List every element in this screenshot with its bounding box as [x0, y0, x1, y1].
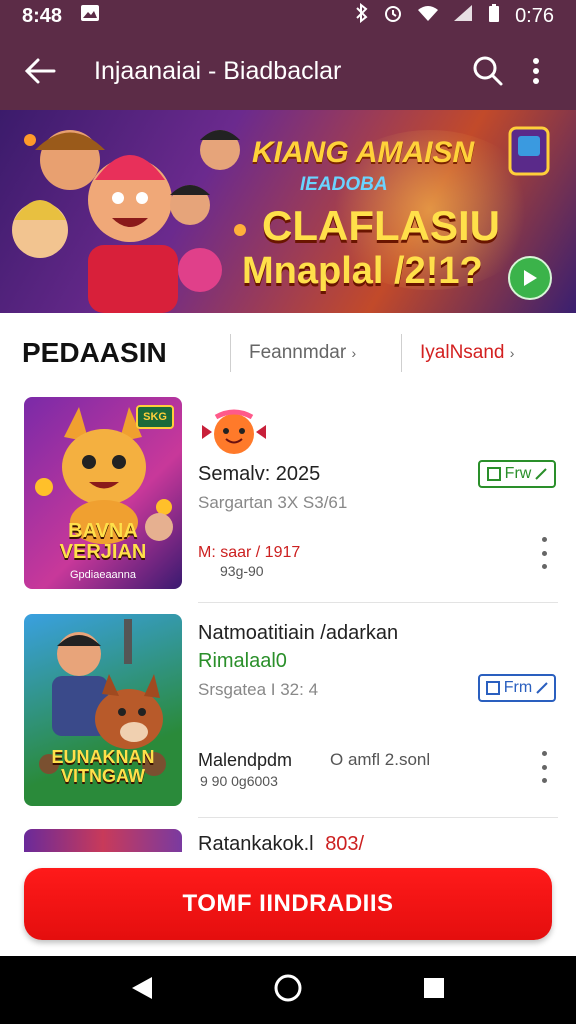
thumb-caption: EUNAKNAN VITNGAW — [51, 747, 155, 787]
thumb-badge: SKG — [136, 405, 174, 429]
chevron-right-icon: › — [351, 345, 357, 361]
app-name: Semalv: 2025 — [198, 463, 321, 485]
app-thumbnail[interactable]: EUNAKNAN VITNGAW — [24, 614, 182, 806]
banner-title: KIANG AMAISN — [252, 136, 475, 169]
pencil-icon — [536, 682, 548, 694]
app-thumbnail[interactable]: SKG BAVNA VERJIAN Gpdiaeaanna — [24, 397, 182, 589]
more-vert-icon — [533, 58, 539, 84]
back-button[interactable] — [16, 47, 64, 95]
list-item[interactable]: SKG BAVNA VERJIAN Gpdiaeaanna Semalv: 20… — [0, 393, 576, 608]
tab-second-label: Feannmdar — [249, 342, 347, 363]
recents-square-icon — [424, 977, 445, 998]
battery-icon — [487, 3, 501, 29]
arrow-left-icon — [24, 58, 56, 84]
divider — [198, 817, 558, 818]
app-label: Malendpdm — [198, 750, 293, 770]
list-item[interactable]: EUNAKNAN VITNGAW Natmoatitiain /adarkan … — [0, 608, 576, 823]
app-red-text: M: saar / 1917 — [198, 544, 301, 561]
app-small-text: 9 90 0g6003 — [200, 773, 278, 789]
tag-icon — [485, 681, 500, 695]
pencil-icon — [535, 468, 548, 480]
play-icon — [524, 270, 537, 286]
tab-main[interactable]: PEDAASIN — [22, 337, 212, 369]
more-options-icon[interactable] — [534, 537, 554, 569]
app-label-secondary: O amfl 2.sonl — [330, 750, 431, 769]
status-bar: 8:48 0:76 — [0, 0, 576, 32]
free-chip[interactable]: Frw — [478, 460, 556, 488]
candy-icon — [202, 409, 266, 454]
search-button[interactable] — [464, 47, 512, 95]
nav-back-button[interactable] — [130, 975, 154, 1006]
tag-icon — [486, 467, 501, 481]
battery-text: 0:76 — [515, 4, 554, 27]
wifi-icon — [417, 4, 439, 28]
bluetooth-icon — [355, 2, 369, 29]
nav-home-button[interactable] — [273, 973, 303, 1008]
banner-characters-illustration — [12, 130, 246, 313]
primary-action-button[interactable]: TOMF IINDRADIIS — [24, 868, 552, 940]
treasure-box-icon — [508, 126, 550, 176]
banner-line2: Mnaplal /2!1? — [242, 250, 483, 292]
chevron-right-icon: › — [509, 345, 515, 361]
app-subtitle: Srsgatea I 32: 4 — [198, 680, 319, 699]
nav-recents-button[interactable] — [422, 976, 446, 1005]
cta-container: TOMF IINDRADIIS — [0, 852, 576, 956]
clock: 8:48 — [22, 4, 63, 27]
divider — [198, 602, 558, 603]
thumb-subcaption: Gpdiaeaanna — [69, 569, 137, 581]
banner-subtitle: IEADOBA — [300, 174, 388, 195]
overflow-menu-button[interactable] — [512, 47, 560, 95]
tab-third[interactable]: IyalNsand › — [420, 342, 554, 364]
banner-line1: CLAFLASIU — [262, 202, 500, 249]
category-tabs: PEDAASIN Feannmdar › IyalNsand › — [0, 313, 576, 393]
gallery-icon — [80, 4, 100, 28]
app-name: Natmoatitiain /adarkan — [198, 622, 399, 644]
signal-icon — [453, 4, 473, 28]
app-bar: Injaanaiai - Biadbaclar — [0, 32, 576, 110]
app-green-text: Rimalaal0 — [198, 650, 287, 672]
tab-third-label: IyalNsand — [420, 342, 505, 363]
system-nav-bar — [0, 956, 576, 1024]
page-title: Injaanaiai - Biadbaclar — [94, 56, 342, 85]
free-chip[interactable]: Frm — [478, 674, 556, 702]
home-circle-icon — [274, 974, 302, 1001]
tab-divider — [230, 334, 231, 372]
app-subtitle: Sargartan 3X S3/61 — [198, 493, 348, 512]
chip-label: Frw — [504, 465, 532, 482]
tab-divider — [401, 334, 402, 372]
thumb-caption: BAVNA VERJIAN — [59, 520, 147, 563]
alarm-icon — [383, 3, 403, 29]
back-triangle-icon — [131, 976, 152, 999]
tab-second[interactable]: Feannmdar › — [249, 342, 383, 364]
search-icon — [473, 56, 503, 86]
more-options-icon[interactable] — [534, 751, 554, 783]
banner-play-button[interactable] — [508, 256, 552, 300]
app-small-text: 93g-90 — [220, 563, 264, 579]
chip-label: Frm — [503, 679, 533, 696]
promo-banner[interactable]: KIANG AMAISN IEADOBA CLAFLASIU Mnaplal /… — [0, 110, 576, 313]
